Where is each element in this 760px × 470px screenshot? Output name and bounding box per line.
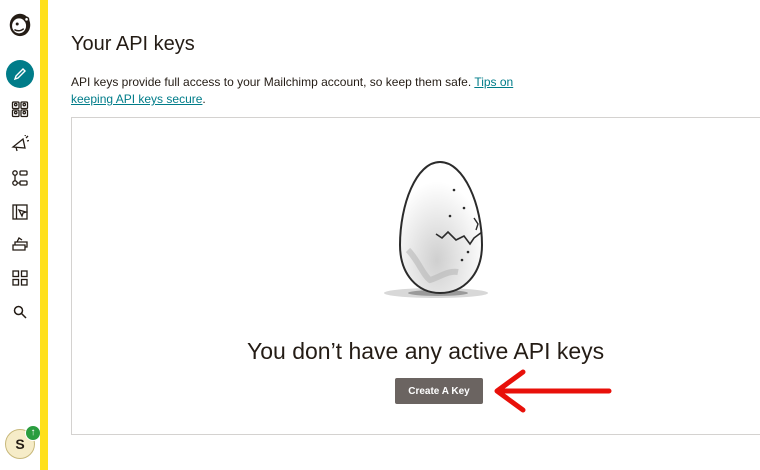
empty-state-heading: You don’t have any active API keys xyxy=(247,338,605,364)
red-arrow-left-icon xyxy=(494,369,612,413)
website-icon[interactable] xyxy=(6,198,34,226)
sidebar-nav: S ↑ xyxy=(0,0,41,470)
cracked-egg-illustration xyxy=(378,150,503,310)
page-description: API keys provide full access to your Mai… xyxy=(71,74,541,108)
automation-flow-icon[interactable] xyxy=(6,164,34,192)
create-button[interactable] xyxy=(6,60,34,88)
search-icon[interactable] xyxy=(6,298,34,326)
megaphone-icon[interactable] xyxy=(6,130,34,158)
mailchimp-logo-icon[interactable] xyxy=(6,10,34,38)
description-text: API keys provide full access to your Mai… xyxy=(71,75,475,89)
description-end: . xyxy=(202,92,206,106)
create-key-button[interactable]: Create A Key xyxy=(395,378,483,404)
upgrade-arrow-icon[interactable]: ↑ xyxy=(25,425,41,441)
grid-icon[interactable] xyxy=(6,264,34,292)
content-studio-icon[interactable] xyxy=(6,231,34,259)
audience-icon[interactable] xyxy=(6,95,34,123)
accent-rail xyxy=(40,0,48,470)
page-title: Your API keys xyxy=(71,33,195,55)
pencil-icon xyxy=(6,60,34,88)
